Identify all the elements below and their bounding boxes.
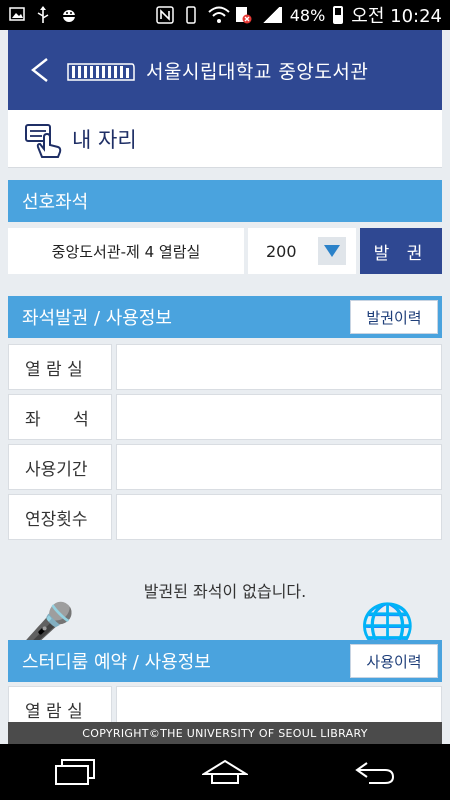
battery-icon — [333, 6, 344, 24]
info-row: 연장횟수 — [8, 494, 442, 540]
study-room-section-header: 스터디룸 예약 / 사용정보 사용이력 — [8, 640, 442, 682]
home-icon[interactable] — [200, 752, 250, 792]
section-title: 좌석발권 / 사용정보 — [22, 308, 172, 329]
vibrate-icon — [182, 6, 200, 24]
usage-period-value — [116, 444, 442, 490]
dropdown-arrow-icon[interactable] — [318, 237, 346, 265]
seat-info-section-header: 좌석발권 / 사용정보 발권이력 — [8, 296, 442, 338]
section-title: 선호좌석 — [22, 192, 89, 213]
my-seat-label: 내 자리 — [72, 127, 137, 152]
wifi-icon — [208, 6, 230, 24]
info-row: 열 람 실 — [8, 344, 442, 390]
copyright-footer: COPYRIGHT©THE UNIVERSITY OF SEOUL LIBRAR… — [8, 722, 442, 744]
section-title: 스터디룸 예약 / 사용정보 — [22, 652, 211, 673]
reading-room-label: 열 람 실 — [8, 344, 112, 390]
my-seat-button[interactable]: 내 자리 — [8, 110, 442, 168]
nfc-icon — [155, 6, 174, 24]
image-notification-icon — [8, 6, 26, 24]
issue-button[interactable]: 발 권 — [360, 228, 442, 274]
navigation-bar — [0, 744, 450, 800]
info-row: 좌 석 — [8, 394, 442, 440]
preferred-seat-section-header: 선호좌석 — [8, 180, 442, 222]
seat-touch-icon — [24, 119, 64, 159]
issue-history-button[interactable]: 발권이력 — [350, 300, 438, 334]
seat-number-select[interactable]: 200 — [248, 228, 356, 274]
sim-error-icon — [234, 6, 252, 24]
back-icon[interactable] — [350, 752, 400, 792]
extension-count-label: 연장횟수 — [8, 494, 112, 540]
preferred-seat-row: 중앙도서관-제 4 열람실 200 발 권 — [8, 228, 442, 274]
extension-count-value — [116, 494, 442, 540]
seat-label: 좌 석 — [8, 394, 112, 440]
usb-icon — [34, 6, 52, 24]
back-arrow-icon[interactable] — [20, 50, 60, 90]
info-row: 사용기간 — [8, 444, 442, 490]
no-seat-message: 발권된 좌석이 없습니다. — [143, 582, 307, 601]
status-bar: 48% 오전 10:24 — [0, 0, 450, 30]
seat-value — [116, 394, 442, 440]
clock: 오전 10:24 — [351, 6, 442, 27]
app-header: 서울시립대학교 중앙도서관 — [8, 30, 442, 110]
library-logo — [66, 58, 136, 82]
android-debug-icon — [60, 6, 78, 24]
page-title: 서울시립대학교 중앙도서관 — [146, 60, 369, 83]
study-room-value — [116, 686, 442, 722]
status-right: 48% 오전 10:24 — [155, 2, 442, 28]
info-row: 열 람 실 — [8, 686, 442, 722]
signal-icon — [259, 7, 282, 23]
status-left — [8, 6, 78, 24]
study-room-label: 열 람 실 — [8, 686, 112, 722]
reading-room-value — [116, 344, 442, 390]
preferred-room-field: 중앙도서관-제 4 열람실 — [8, 228, 244, 274]
battery-percent: 48% — [289, 5, 326, 25]
usage-period-label: 사용기간 — [8, 444, 112, 490]
recent-apps-icon[interactable] — [50, 752, 100, 792]
seat-number-value: 200 — [266, 241, 297, 261]
usage-history-button[interactable]: 사용이력 — [350, 644, 438, 678]
